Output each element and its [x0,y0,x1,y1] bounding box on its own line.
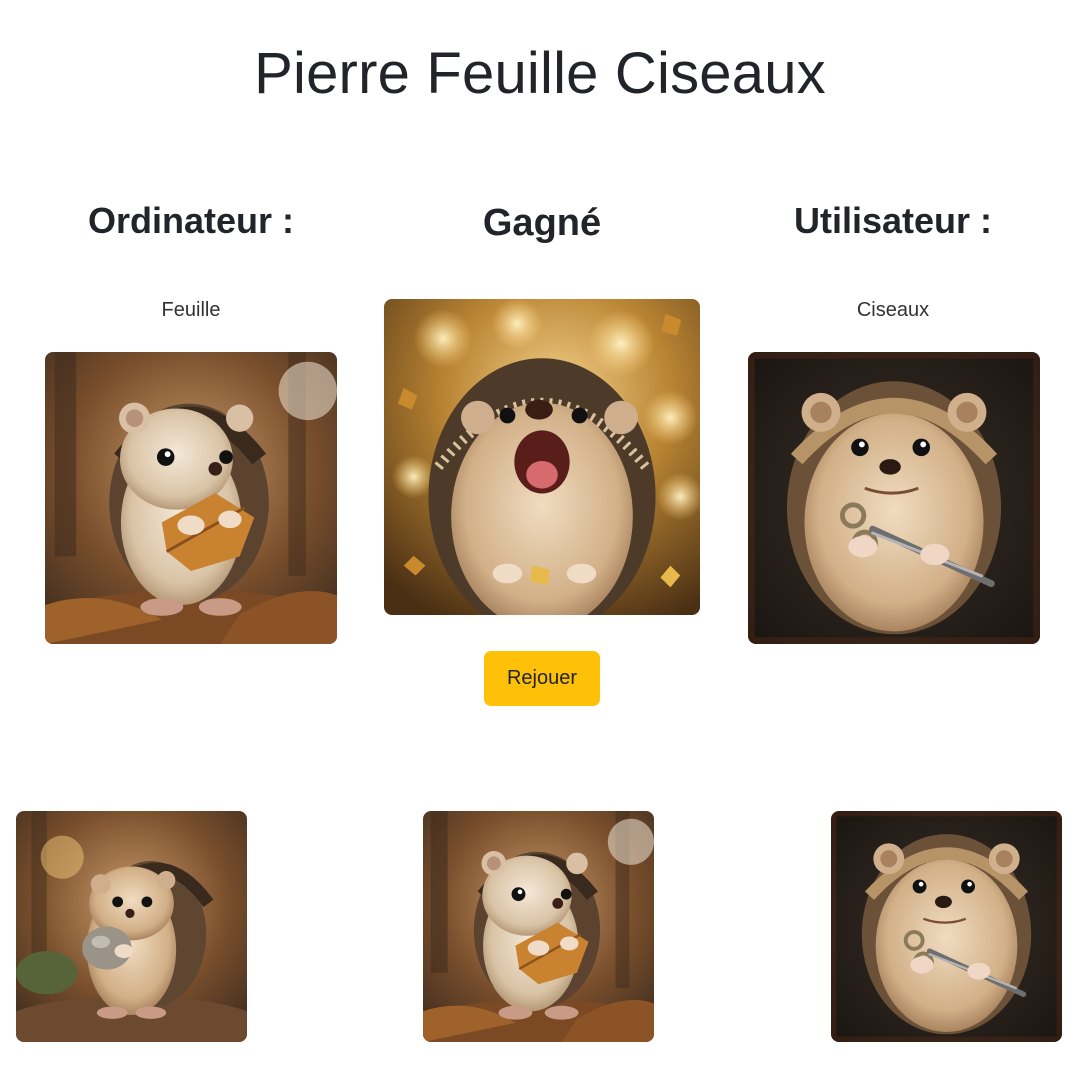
choice-pierre[interactable] [16,811,247,1042]
choice-ciseaux[interactable] [831,811,1062,1042]
computer-heading: Ordinateur : [87,200,294,241]
result-heading: Gagné [482,202,602,244]
computer-choice-image [45,352,337,644]
choice-feuille[interactable] [423,811,654,1042]
page-title: Pierre Feuille Ciseaux [254,41,826,106]
hedgehog-with-leaf-image [423,811,654,1042]
computer-choice-label: Feuille [161,299,221,321]
user-heading: Utilisateur : [793,200,993,241]
game-page: Pierre Feuille Ciseaux Ordinateur : Gagn… [0,0,1080,1080]
user-choice-label: Ciseaux [856,299,930,321]
hedgehog-with-stone-image [16,811,247,1042]
replay-button[interactable]: Rejouer [484,651,600,706]
hedgehog-with-scissors-image [831,811,1062,1042]
user-choice-image [748,352,1040,644]
result-image [384,299,700,615]
